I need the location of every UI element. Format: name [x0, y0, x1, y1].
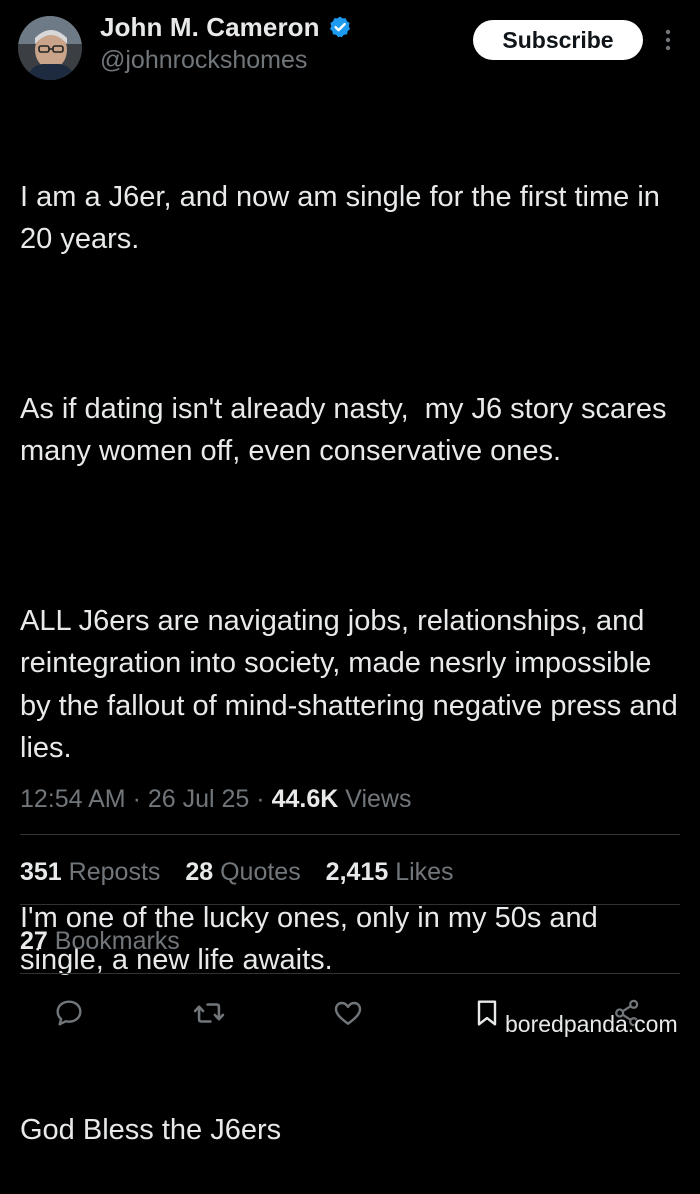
- reposts-count: 351: [20, 858, 62, 886]
- author-display-name[interactable]: John M. Cameron: [100, 12, 320, 43]
- subscribe-button[interactable]: Subscribe: [473, 20, 643, 60]
- bookmarks-count: 27: [20, 927, 48, 955]
- watermark-text: boredpanda.com: [505, 1011, 678, 1037]
- reposts-label: Reposts: [68, 858, 161, 886]
- verified-badge-icon[interactable]: [328, 15, 352, 39]
- tweet-time[interactable]: 12:54 AM: [20, 785, 126, 813]
- views-label: Views: [345, 785, 412, 813]
- bookmark-icon[interactable]: [470, 996, 504, 1030]
- avatar-image: [18, 16, 82, 80]
- tweet-paragraph: As if dating isn't already nasty, my J6 …: [20, 392, 675, 468]
- views-count: 44.6K: [271, 785, 339, 813]
- likes-count: 2,415: [325, 858, 389, 886]
- more-vertical-icon[interactable]: [656, 24, 680, 56]
- quotes-count: 28: [185, 858, 214, 886]
- tweet-header: John M. Cameron @johnrockshomes Subscrib…: [0, 0, 700, 90]
- engagement-stats: 351 Reposts 28 Quotes 2,415 Likes: [20, 853, 472, 891]
- avatar[interactable]: [18, 16, 82, 80]
- quotes-label: Quotes: [220, 858, 301, 886]
- meta-separator: ·: [132, 785, 141, 813]
- reply-icon[interactable]: [52, 996, 86, 1030]
- author-name-row[interactable]: John M. Cameron: [100, 10, 352, 44]
- bookmarks-stat[interactable]: 27 Bookmarks: [20, 922, 198, 960]
- quotes-stat[interactable]: 28 Quotes: [185, 853, 300, 891]
- tweet-date[interactable]: 26 Jul 25: [148, 785, 249, 813]
- divider: [20, 973, 680, 974]
- meta-separator: ·: [256, 785, 265, 813]
- bookmarks-label: Bookmarks: [54, 927, 180, 955]
- repost-icon[interactable]: [192, 996, 226, 1030]
- reposts-stat[interactable]: 351 Reposts: [20, 853, 160, 891]
- likes-stat[interactable]: 2,415 Likes: [326, 853, 454, 891]
- likes-label: Likes: [395, 858, 454, 886]
- like-icon[interactable]: [331, 996, 365, 1030]
- author-handle[interactable]: @johnrockshomes: [100, 46, 307, 75]
- divider: [20, 904, 680, 905]
- tweet-meta: 12:54 AM · 26 Jul 25 · 44.6K Views: [20, 781, 412, 817]
- tweet-paragraph: God Bless the J6ers: [20, 1113, 282, 1146]
- tweet-paragraph: ALL J6ers are navigating jobs, relations…: [20, 604, 686, 765]
- divider: [20, 834, 680, 835]
- tweet-paragraph: I am a J6er, and now am single for the f…: [20, 180, 668, 256]
